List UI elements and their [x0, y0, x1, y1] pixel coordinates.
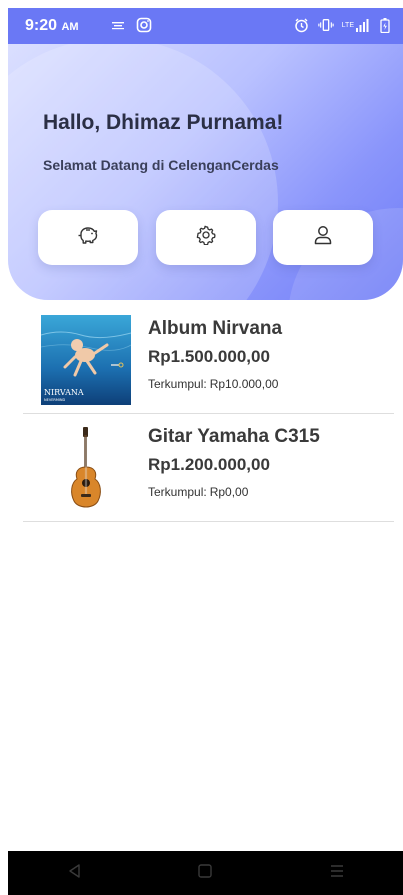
item-title: Gitar Yamaha C315	[148, 426, 320, 447]
savings-button[interactable]	[38, 210, 138, 265]
back-icon	[67, 863, 81, 884]
home-icon	[197, 863, 213, 884]
item-target-price: Rp1.500.000,00	[148, 347, 270, 366]
item-collected: Terkumpul: Rp0,00	[148, 485, 248, 499]
menu-icon	[329, 864, 345, 883]
network-label: LTE	[341, 21, 354, 29]
alarm-icon	[294, 17, 310, 33]
list-item[interactable]: Gitar Yamaha C315 Rp1.200.000,00 Terkump…	[23, 414, 394, 522]
instagram-icon	[136, 17, 152, 33]
album-cover-title: NIRVANA	[44, 388, 84, 397]
greeting-title: Hallo, Dhimaz Purnama!	[43, 111, 284, 134]
item-title: Album Nirvana	[148, 318, 283, 339]
album-cover-subtitle: NEVERMIND	[44, 398, 66, 402]
item-collected: Terkumpul: Rp10.000,00	[148, 377, 278, 391]
greeting-subtitle: Selamat Datang di CelenganCerdas	[43, 157, 279, 173]
item-target-price: Rp1.200.000,00	[148, 455, 270, 474]
profile-button[interactable]	[273, 210, 373, 265]
list-item[interactable]: NIRVANA NEVERMIND Album Nirvana Rp1.500.…	[23, 306, 394, 414]
app-screen: 9:20 AM LTE Hallo, Dhimaz Purnama! Selam…	[8, 8, 403, 895]
piggy-bank-icon	[77, 225, 99, 250]
status-bar: 9:20 AM LTE	[8, 8, 403, 44]
settings-button[interactable]	[156, 210, 256, 265]
battery-icon	[377, 17, 393, 33]
item-collected-label: Terkumpul:	[148, 485, 207, 499]
item-collected-value: Rp0,00	[209, 485, 249, 499]
status-time-value: 9:20	[25, 17, 58, 34]
notification-icon	[110, 17, 126, 33]
user-icon	[314, 225, 332, 250]
gear-icon	[196, 225, 216, 250]
status-time-ampm: AM	[61, 21, 79, 33]
system-navigation-bar	[8, 851, 403, 895]
status-time: 9:20 AM	[25, 17, 79, 35]
item-collected-label: Terkumpul:	[148, 377, 207, 391]
back-button[interactable]	[54, 858, 94, 888]
header-banner: 9:20 AM LTE Hallo, Dhimaz Purnama! Selam…	[8, 8, 403, 300]
guitar-image	[41, 423, 131, 513]
item-collected-value: Rp10.000,00	[209, 377, 279, 391]
home-button[interactable]	[185, 858, 225, 888]
signal-icon: LTE	[342, 17, 369, 33]
status-left-icons	[110, 17, 152, 33]
status-right-icons: LTE	[294, 17, 393, 33]
savings-goal-list: NIRVANA NEVERMIND Album Nirvana Rp1.500.…	[23, 306, 394, 522]
vibrate-icon	[317, 17, 334, 33]
recents-button[interactable]	[317, 858, 357, 888]
album-cover-image: NIRVANA NEVERMIND	[41, 315, 131, 405]
